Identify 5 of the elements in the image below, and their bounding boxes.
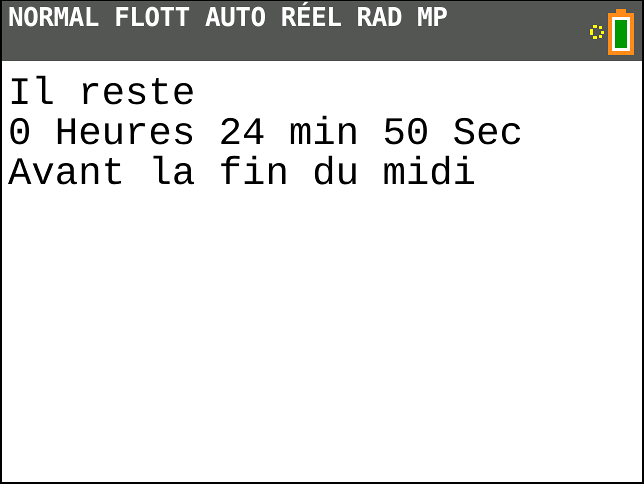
screen-text-line: 0 Heures 24 min 50 Sec: [8, 114, 524, 154]
screen-text-line: Avant la fin du midi: [8, 154, 478, 194]
mode-indicators: NORMAL FLOTT AUTO RÉEL RAD MP: [8, 3, 448, 33]
screen-text-line: Il reste: [8, 74, 196, 114]
battery-icon: [608, 9, 634, 55]
